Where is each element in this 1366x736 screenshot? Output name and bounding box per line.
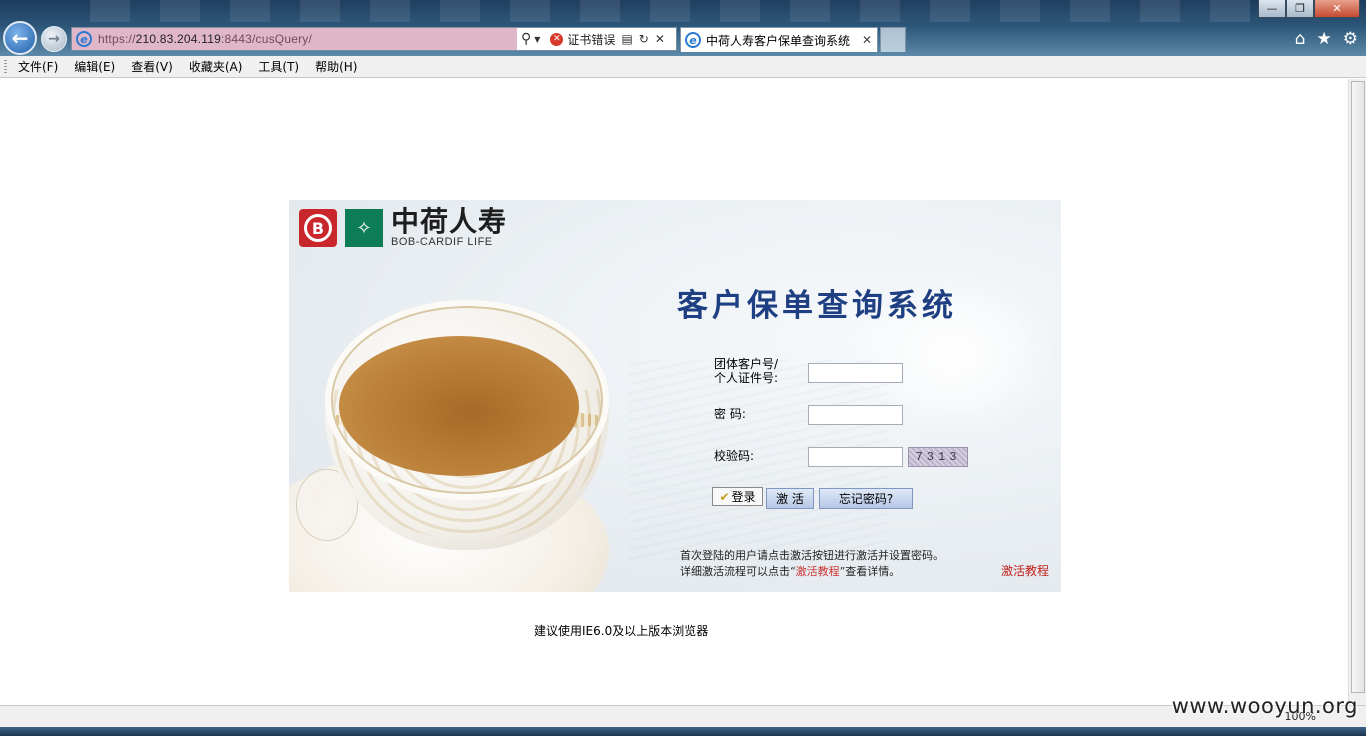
logo-english-name: BOB-CARDIF LIFE xyxy=(391,236,493,248)
menu-view[interactable]: 查看(V) xyxy=(131,58,173,75)
menu-file[interactable]: 文件(F) xyxy=(18,58,58,75)
notice-line2-pre: 详细激活流程可以点击“ xyxy=(680,565,796,578)
logo-chinese-name: 中荷人寿 xyxy=(391,205,508,238)
minimize-button[interactable]: — xyxy=(1258,0,1286,18)
scrollbar-thumb[interactable] xyxy=(1351,81,1365,693)
captcha-label: 校验码: xyxy=(714,449,755,463)
favorites-star-icon[interactable]: ★ xyxy=(1317,29,1332,49)
activation-notice: 首次登陆的用户请点击激活按钮进行激活并设置密码。 详细激活流程可以点击“激活教程… xyxy=(680,548,944,580)
ie-icon: e xyxy=(76,31,92,47)
menu-edit[interactable]: 编辑(E) xyxy=(74,58,115,75)
new-tab-button[interactable] xyxy=(880,27,906,52)
id-label-line2: 个人证件号: xyxy=(714,371,779,385)
notice-line2: 详细激活流程可以点击“激活教程”查看详情。 xyxy=(680,564,944,580)
page-title: 客户保单查询系统 xyxy=(677,288,957,324)
menu-bar: 文件(F) 编辑(E) 查看(V) 收藏夹(A) 工具(T) 帮助(H) xyxy=(0,56,1366,78)
captcha-image[interactable]: 7313 xyxy=(908,447,968,467)
certificate-error[interactable]: ✕ 证书错误 ▤ ↻ ✕ xyxy=(546,28,669,50)
address-bar[interactable]: e https://210.83.204.119:8443/cusQuery/ … xyxy=(71,27,677,51)
window-controls: — ❐ ✕ xyxy=(1258,0,1360,18)
activate-button[interactable]: 激 活 xyxy=(766,488,814,509)
vertical-scrollbar[interactable] xyxy=(1348,79,1366,705)
stop-icon[interactable]: ✕ xyxy=(655,32,665,46)
checkmark-icon: ✔ xyxy=(719,489,730,504)
ie-icon: e xyxy=(685,32,701,48)
home-icon[interactable]: ⌂ xyxy=(1295,29,1306,49)
login-button-label: 登录 xyxy=(731,490,756,504)
company-logo: B ✧ 中荷人寿 BOB-CARDIF LIFE xyxy=(299,208,507,248)
login-panel: B ✧ 中荷人寿 BOB-CARDIF LIFE 客户保单查询系统 团体客户号/… xyxy=(289,200,1061,592)
cert-error-label: 证书错误 xyxy=(567,32,616,47)
teacup-illustration xyxy=(289,300,609,592)
logo-text: 中荷人寿 BOB-CARDIF LIFE xyxy=(391,205,508,249)
captcha-input[interactable] xyxy=(808,447,903,467)
windows-taskbar xyxy=(0,727,1366,736)
gear-icon[interactable]: ⚙ xyxy=(1343,29,1358,49)
id-number-input[interactable] xyxy=(808,363,903,383)
id-label: 团体客户号/ 个人证件号: xyxy=(714,357,778,385)
bob-logo-icon: B xyxy=(299,209,337,247)
browser-titlebar: — ❐ ✕ ← → e https://210.83.204.119:8443/… xyxy=(0,0,1366,56)
tea-surface xyxy=(339,336,579,476)
forgot-password-button[interactable]: 忘记密码? xyxy=(819,488,913,509)
tab-title: 中荷人寿客户保单查询系统 xyxy=(706,33,851,48)
notice-tutorial-link[interactable]: 激活教程 xyxy=(796,565,840,578)
url-text: https://210.83.204.119:8443/cusQuery/ xyxy=(98,32,313,46)
forward-arrow-icon: → xyxy=(48,31,60,47)
search-icon[interactable]: ⚲ xyxy=(521,31,531,47)
close-window-button[interactable]: ✕ xyxy=(1314,0,1360,18)
refresh-icon[interactable]: ↻ xyxy=(639,32,649,46)
id-label-line1: 团体客户号/ xyxy=(714,357,779,371)
menu-favorites[interactable]: 收藏夹(A) xyxy=(189,58,243,75)
watermark: www.wooyun.org xyxy=(1171,694,1358,718)
activation-tutorial-link[interactable]: 激活教程 xyxy=(1001,562,1049,579)
notice-line2-post: ”查看详情。 xyxy=(839,565,901,578)
back-arrow-icon: ← xyxy=(11,26,29,50)
compatibility-icon[interactable]: ▤ xyxy=(621,32,632,46)
chevron-down-icon[interactable]: ▼ xyxy=(534,35,540,44)
url-field[interactable]: e https://210.83.204.119:8443/cusQuery/ xyxy=(72,28,517,50)
status-bar: 100% xyxy=(0,705,1366,727)
back-button[interactable]: ← xyxy=(3,21,37,55)
close-tab-icon[interactable]: ✕ xyxy=(862,33,872,47)
password-input[interactable] xyxy=(808,405,903,425)
cardif-logo-icon: ✧ xyxy=(345,209,383,247)
error-icon: ✕ xyxy=(550,32,564,46)
menu-help[interactable]: 帮助(H) xyxy=(315,58,357,75)
login-button[interactable]: ✔ 登录 xyxy=(712,487,763,506)
notice-line1: 首次登陆的用户请点击激活按钮进行激活并设置密码。 xyxy=(680,549,944,562)
browser-recommendation: 建议使用IE6.0及以上版本浏览器 xyxy=(534,624,709,638)
forward-button[interactable]: → xyxy=(41,26,67,52)
menu-tools[interactable]: 工具(T) xyxy=(258,58,299,75)
grip-handle xyxy=(4,60,7,74)
address-tools: ⚲ ▼ xyxy=(517,31,546,47)
password-label: 密 码: xyxy=(714,407,746,421)
maximize-button[interactable]: ❐ xyxy=(1286,0,1314,18)
tab-active[interactable]: e 中荷人寿客户保单查询系统 ✕ xyxy=(680,27,878,52)
toolbar-right-icons: ⌂ ★ ⚙ xyxy=(1295,29,1358,49)
blurred-background xyxy=(90,0,1250,22)
